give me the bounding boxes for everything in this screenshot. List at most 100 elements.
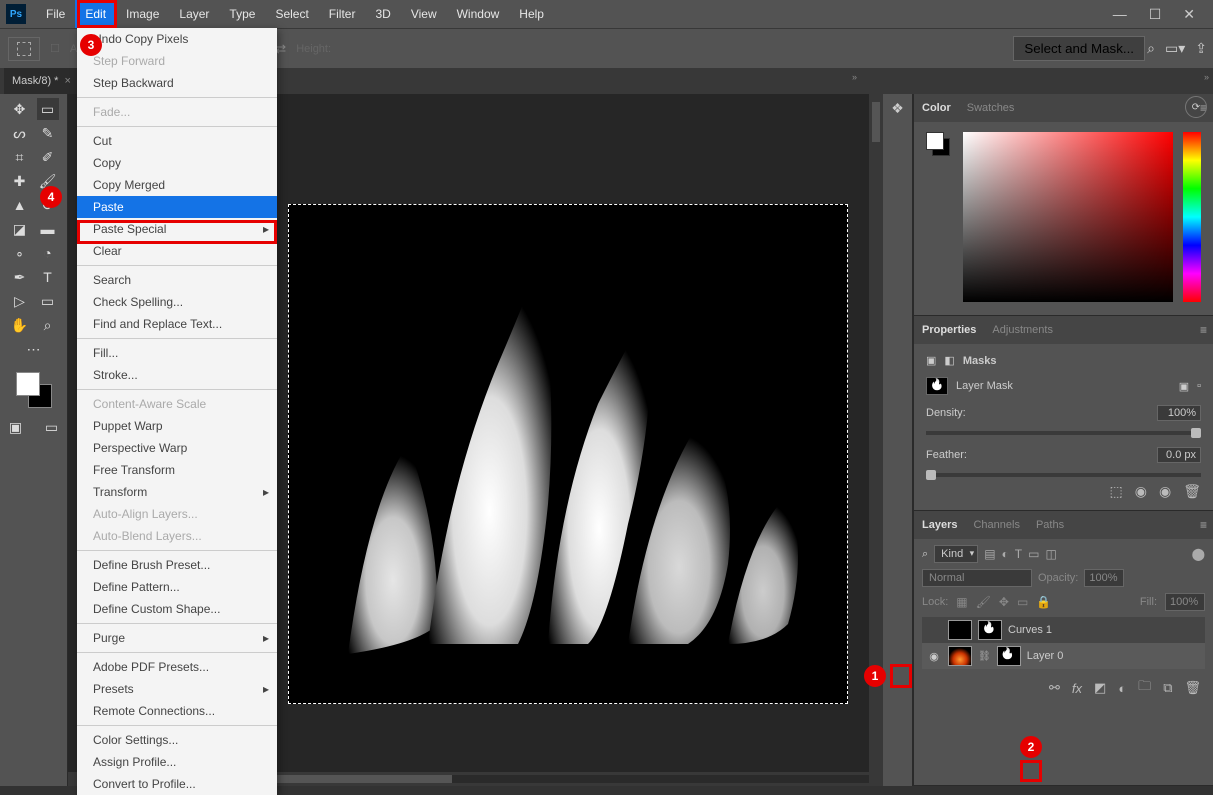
mi-stroke[interactable]: Stroke... (77, 364, 277, 386)
mi-clear[interactable]: Clear (77, 240, 277, 262)
fill-value[interactable]: 100% (1165, 593, 1205, 611)
lock-position-icon[interactable]: ✥ (999, 595, 1009, 609)
menu-edit[interactable]: Edit (75, 0, 116, 28)
filter-type-icon[interactable]: T (1015, 547, 1022, 561)
mi-auto-blend[interactable]: Auto-Blend Layers... (77, 525, 277, 547)
maximize-icon[interactable]: ☐ (1149, 6, 1162, 23)
mi-free-transform[interactable]: Free Transform (77, 459, 277, 481)
panel-menu-icon[interactable]: ≡ (1200, 518, 1207, 532)
lasso-tool[interactable]: ᔕ (9, 122, 31, 144)
menu-select[interactable]: Select (265, 0, 318, 28)
path-select-tool[interactable]: ▷ (9, 290, 31, 312)
mi-check-spelling[interactable]: Check Spelling... (77, 291, 277, 313)
panel-collapse-right-icon[interactable]: » (1204, 72, 1209, 82)
opacity-value[interactable]: 100% (1084, 569, 1124, 587)
tab-swatches[interactable]: Swatches (967, 102, 1015, 114)
mi-paste[interactable]: Paste (77, 196, 277, 218)
mi-puppet-warp[interactable]: Puppet Warp (77, 415, 277, 437)
layer-mask-thumb[interactable] (997, 646, 1021, 666)
group-icon[interactable]: 🗀 (1138, 677, 1151, 699)
tab-layers[interactable]: Layers (922, 519, 957, 531)
filter-adjust-icon[interactable]: ◐ (1002, 547, 1009, 561)
minimize-icon[interactable]: — (1113, 6, 1127, 23)
vector-mask-btn-icon[interactable]: ▫ (1197, 380, 1201, 392)
mi-cut[interactable]: Cut (77, 130, 277, 152)
hue-slider[interactable] (1183, 132, 1201, 302)
mi-purge[interactable]: Purge (77, 627, 277, 649)
menu-file[interactable]: File (36, 0, 75, 28)
panel-menu-icon[interactable]: ≡ (1200, 323, 1207, 337)
eraser-tool[interactable]: ◪ (9, 218, 31, 240)
new-layer-icon[interactable]: ⧉ (1163, 680, 1172, 696)
mi-presets[interactable]: Presets (77, 678, 277, 700)
mi-assign-profile[interactable]: Assign Profile... (77, 751, 277, 773)
shape-tool[interactable]: ▭ (37, 290, 59, 312)
adjustments-panel-icon[interactable]: ❖ (891, 100, 904, 117)
panel-color-swatches[interactable] (926, 132, 950, 156)
menu-filter[interactable]: Filter (319, 0, 366, 28)
visibility-toggle[interactable]: ◉ (926, 650, 942, 663)
adjustment-layer-icon[interactable]: ◐ (1118, 681, 1126, 696)
eyedropper-tool[interactable]: ✐ (37, 146, 59, 168)
lock-all-icon[interactable]: 🔒 (1036, 595, 1051, 609)
screen-mode-icon[interactable]: ▭ (41, 416, 63, 438)
mi-fade[interactable]: Fade... (77, 101, 277, 123)
filter-pixel-icon[interactable]: ▤ (984, 547, 995, 561)
filter-kind-dropdown[interactable]: Kind (934, 545, 978, 563)
lock-transparency-icon[interactable]: ▦ (956, 595, 967, 609)
marquee-tool[interactable]: ▭ (37, 98, 59, 120)
delete-layer-icon[interactable]: 🗑 (1184, 680, 1201, 696)
gradient-tool[interactable]: ▬ (37, 218, 59, 240)
hand-tool[interactable]: ✋ (9, 314, 31, 336)
pixel-mask-icon[interactable]: ▣ (1179, 380, 1189, 393)
filter-search-icon[interactable]: ⌕ (922, 548, 928, 561)
healing-tool[interactable]: ✚ (9, 170, 31, 192)
filter-smart-icon[interactable]: ◫ (1045, 547, 1056, 561)
load-selection-icon[interactable]: ⬚ (1110, 483, 1123, 500)
mi-define-pattern[interactable]: Define Pattern... (77, 576, 277, 598)
antialias-checkbox[interactable]: ☐ (50, 42, 60, 55)
edit-toolbar[interactable]: ⋯ (23, 338, 45, 360)
blend-mode-dropdown[interactable]: Normal (922, 569, 1032, 587)
mask-thumbnail[interactable] (926, 377, 948, 395)
move-tool[interactable]: ✥ (9, 98, 31, 120)
apply-mask-icon[interactable]: ◉ (1135, 483, 1147, 500)
filter-shape-icon[interactable]: ▭ (1028, 547, 1039, 561)
search-icon[interactable]: ⌕ (1147, 40, 1155, 57)
mi-copy-merged[interactable]: Copy Merged (77, 174, 277, 196)
tab-paths[interactable]: Paths (1036, 519, 1064, 531)
mi-remote[interactable]: Remote Connections... (77, 700, 277, 722)
quick-select-tool[interactable]: ✎ (37, 122, 59, 144)
mi-undo[interactable]: Undo Copy Pixels (77, 28, 277, 50)
delete-mask-icon[interactable]: 🗑 (1183, 483, 1201, 500)
select-and-mask-button[interactable]: Select and Mask... (1013, 36, 1145, 61)
tab-properties[interactable]: Properties (922, 324, 976, 336)
menu-3d[interactable]: 3D (365, 0, 400, 28)
mi-define-shape[interactable]: Define Custom Shape... (77, 598, 277, 620)
tab-adjustments[interactable]: Adjustments (992, 324, 1053, 336)
blur-tool[interactable]: ∘ (9, 242, 31, 264)
mi-define-brush[interactable]: Define Brush Preset... (77, 554, 277, 576)
menu-view[interactable]: View (401, 0, 447, 28)
menu-image[interactable]: Image (116, 0, 169, 28)
density-slider[interactable] (926, 431, 1201, 435)
feather-slider[interactable] (926, 473, 1201, 477)
tab-close-icon[interactable]: × (64, 75, 70, 87)
foreground-swatch[interactable] (16, 372, 40, 396)
workspace-icon[interactable]: ▭▾ (1165, 40, 1185, 57)
add-mask-icon[interactable]: ◩ (1094, 680, 1106, 696)
creative-cloud-icon[interactable]: ⟳ (1185, 96, 1207, 118)
lock-pixels-icon[interactable]: 🖌 (976, 595, 991, 609)
toggle-mask-icon[interactable]: ◉ (1159, 483, 1171, 500)
mi-auto-align[interactable]: Auto-Align Layers... (77, 503, 277, 525)
layer-item-layer0[interactable]: ◉ ⛓ Layer 0 (922, 643, 1205, 669)
document-canvas[interactable] (288, 204, 848, 704)
quick-mask-icon[interactable]: ▣ (5, 416, 27, 438)
density-value[interactable]: 100% (1157, 405, 1201, 421)
layer-name[interactable]: Curves 1 (1008, 624, 1052, 636)
zoom-tool[interactable]: ⌕ (37, 314, 59, 336)
feather-value[interactable]: 0.0 px (1157, 447, 1201, 463)
menu-type[interactable]: Type (219, 0, 265, 28)
mi-color-settings[interactable]: Color Settings... (77, 729, 277, 751)
lock-artboard-icon[interactable]: ▭ (1017, 595, 1028, 609)
